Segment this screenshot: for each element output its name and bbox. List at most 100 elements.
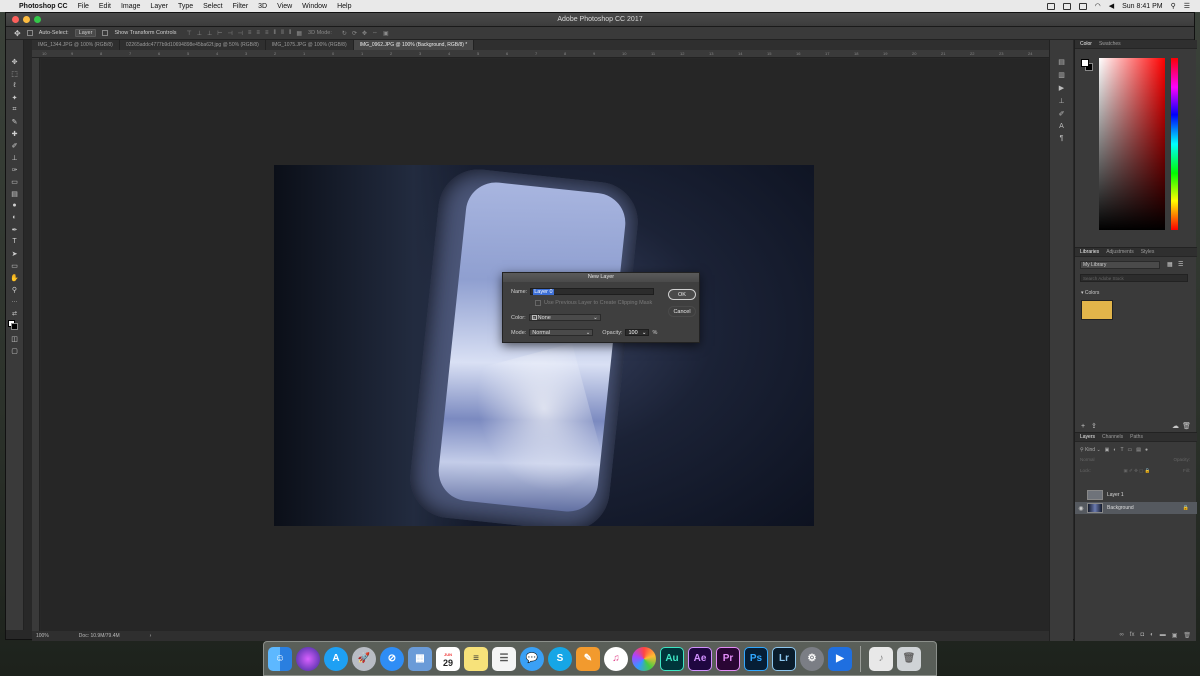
upload-icon[interactable]: ⇪ <box>1091 422 1097 430</box>
document-tab-active[interactable]: IMG_0962.JPG @ 100% (Background, RGB/8) … <box>353 40 475 50</box>
zoom-window-button[interactable] <box>34 16 41 23</box>
menu-view[interactable]: View <box>277 3 292 10</box>
library-color-swatch[interactable] <box>1081 300 1113 320</box>
tab-channels[interactable]: Channels <box>1102 434 1123 440</box>
kind-filter-dropdown[interactable]: ⚲ Kind ⌄ <box>1080 447 1101 453</box>
menu-filter[interactable]: Filter <box>233 3 249 10</box>
tab-layers[interactable]: Layers <box>1080 434 1095 440</box>
system-preferences-icon[interactable]: ⚙ <box>800 646 824 671</box>
fill-label[interactable]: Fill: <box>1183 468 1190 476</box>
messages-icon[interactable]: 💬 <box>520 646 544 671</box>
menubar-clock[interactable]: Sun 8:41 PM <box>1122 3 1162 10</box>
cloud-icon[interactable]: ☁ <box>1172 422 1179 430</box>
audition-icon[interactable]: Au <box>660 646 684 671</box>
eye-icon[interactable]: ◉ <box>1075 505 1087 512</box>
chevron-down-icon[interactable]: ⌄ <box>642 330 647 336</box>
screen-mode-icon[interactable]: ▢ <box>9 345 21 356</box>
menu-app-name[interactable]: Photoshop CC <box>19 3 68 10</box>
filter-adjustment-icon[interactable]: ◐ <box>1113 447 1116 453</box>
distribute-left-icon[interactable]: ⦀ <box>273 30 276 37</box>
3d-roll-icon[interactable]: ⟳ <box>352 30 357 37</box>
type-tool-icon[interactable]: T <box>9 236 21 247</box>
document-tab[interactable]: IMG_1075.JPG @ 100% (RGB/8) <box>266 40 354 50</box>
3d-slide-icon[interactable]: ⇔ <box>372 30 378 37</box>
finder-icon[interactable]: ☺ <box>268 646 292 671</box>
auto-select-checkbox[interactable] <box>26 30 33 36</box>
menu-layer[interactable]: Layer <box>150 3 168 10</box>
filter-toggle-icon[interactable]: ● <box>1145 447 1148 453</box>
library-dropdown[interactable]: My Library <box>1080 261 1160 269</box>
align-middle-icon[interactable]: ⊥ <box>197 30 202 37</box>
notes-icon[interactable]: ≡ <box>464 646 488 671</box>
distribute-middle-icon[interactable]: ≡ <box>256 30 260 37</box>
volume-icon[interactable]: ◀ <box>1109 2 1114 10</box>
add-mask-icon[interactable]: ◘ <box>1140 632 1144 639</box>
zoom-level[interactable]: 100% <box>36 633 49 639</box>
menu-select[interactable]: Select <box>203 3 222 10</box>
trash-icon[interactable]: 🗑 <box>897 646 921 671</box>
brush-presets-icon[interactable]: ✐ <box>1056 110 1068 118</box>
layer-opacity-label[interactable]: Opacity: <box>1173 457 1190 465</box>
reminders-icon[interactable]: ☰ <box>492 646 516 671</box>
dropbox-icon[interactable] <box>1062 2 1071 10</box>
tab-libraries[interactable]: Libraries <box>1080 249 1099 255</box>
pen-tool-icon[interactable]: ✒ <box>9 224 21 235</box>
layer-row-selected[interactable]: ◉ Background 🔒 <box>1075 502 1197 514</box>
magic-wand-tool-icon[interactable]: ✦ <box>9 92 21 103</box>
zoom-tool-icon[interactable]: ⚲ <box>9 284 21 295</box>
add-content-icon[interactable]: + <box>1081 423 1085 430</box>
blur-tool-icon[interactable]: ● <box>9 200 21 211</box>
clipping-mask-checkbox[interactable] <box>535 300 541 306</box>
distribute-right-icon[interactable]: ⦀ <box>289 30 292 37</box>
distribute-center-icon[interactable]: ⦀ <box>281 30 284 37</box>
menu-edit[interactable]: Edit <box>99 3 111 10</box>
lightroom-icon[interactable]: Lr <box>772 646 796 671</box>
move-tool-icon[interactable]: ✥ <box>9 56 21 67</box>
rectangle-tool-icon[interactable]: ▭ <box>9 260 21 271</box>
dodge-tool-icon[interactable]: ◐ <box>9 212 21 223</box>
menu-file[interactable]: File <box>78 3 89 10</box>
actions-panel-icon[interactable]: ▶ <box>1056 84 1068 92</box>
character-panel-icon[interactable]: A <box>1056 123 1068 130</box>
color-swatches[interactable] <box>7 320 22 332</box>
paragraph-panel-icon[interactable]: ¶ <box>1056 135 1068 142</box>
layer-style-icon[interactable]: fx <box>1130 632 1135 639</box>
delete-layer-icon[interactable]: 🗑 <box>1183 632 1191 639</box>
canvas-area[interactable] <box>41 59 1049 631</box>
align-right-icon[interactable]: ⊣ <box>238 30 243 37</box>
gradient-tool-icon[interactable]: ▤ <box>9 188 21 199</box>
skype-icon[interactable]: S <box>548 646 572 671</box>
color-picker-field[interactable] <box>1099 58 1165 230</box>
tab-styles[interactable]: Styles <box>1141 249 1155 255</box>
layer-row[interactable]: Layer 1 <box>1075 489 1197 501</box>
close-window-button[interactable] <box>12 16 19 23</box>
clone-source-icon[interactable]: ⊥ <box>1056 97 1068 105</box>
notification-center-icon[interactable]: ☰ <box>1184 2 1190 10</box>
safari-icon[interactable]: ⊘ <box>380 646 404 671</box>
library-colors-label[interactable]: ▾ Colors <box>1081 290 1099 296</box>
cancel-button[interactable]: Cancel <box>668 306 696 317</box>
color-dropdown[interactable]: × None ⌄ <box>528 314 601 321</box>
screenium-icon[interactable]: ▶ <box>828 646 852 671</box>
layer-name[interactable]: Background <box>1107 505 1134 511</box>
ok-button[interactable]: OK <box>668 289 696 300</box>
preview-icon[interactable]: ▦ <box>408 646 432 671</box>
menu-image[interactable]: Image <box>121 3 140 10</box>
3d-drag-icon[interactable]: ✥ <box>362 30 367 37</box>
pages-icon[interactable]: ✎ <box>576 646 600 671</box>
horizontal-ruler[interactable]: 10 9 8 7 6 5 4 3 2 1 0 1 2 3 4 5 6 7 8 9 10 11 12 13 14 15 16 17 18 1… <box>32 50 1049 58</box>
quick-mask-icon[interactable]: ◫ <box>9 333 21 344</box>
after-effects-icon[interactable]: Ae <box>688 646 712 671</box>
hand-tool-icon[interactable]: ✋ <box>9 272 21 283</box>
menu-help[interactable]: Help <box>337 3 351 10</box>
calendar-icon[interactable]: JUN 29 <box>436 646 460 671</box>
opacity-field[interactable]: 100 ⌄ <box>625 329 650 336</box>
wifi-icon[interactable]: ◠ <box>1095 2 1101 10</box>
new-adjustment-icon[interactable]: ◐ <box>1150 632 1154 639</box>
battery-icon[interactable] <box>1078 2 1087 10</box>
panel-foreground-swatch[interactable] <box>1081 59 1089 67</box>
align-center-icon[interactable]: ⊣ <box>227 30 232 37</box>
auto-align-icon[interactable]: ▦ <box>296 30 302 37</box>
siri-icon[interactable] <box>296 646 320 671</box>
history-panel-icon[interactable]: ▤ <box>1056 58 1068 66</box>
